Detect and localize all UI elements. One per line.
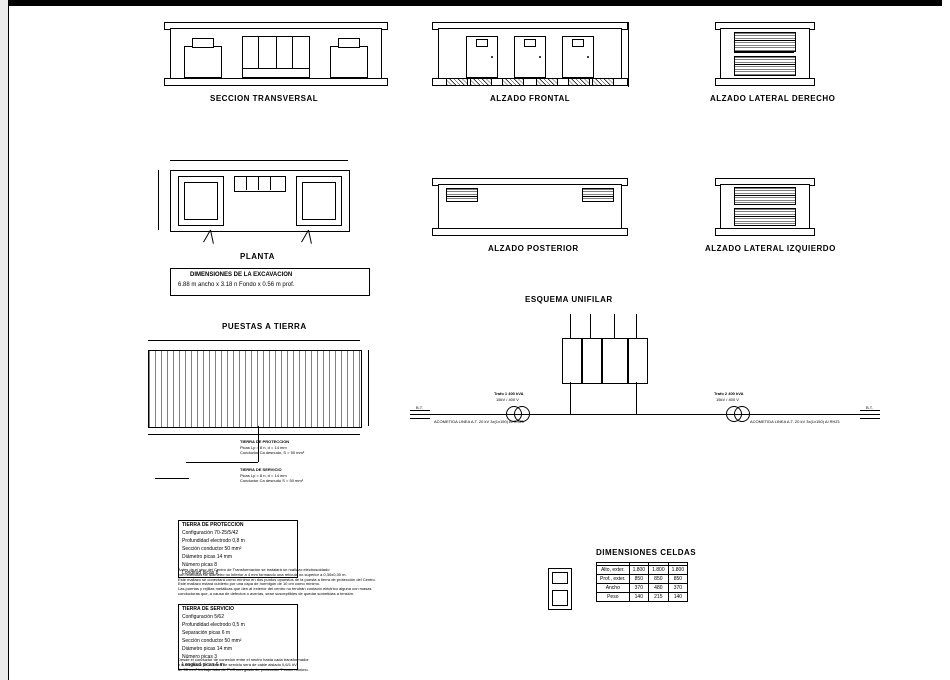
- linea-left: ACOMETIDA LINEA A.T. 20 kV 3x(1x150) Al …: [434, 420, 524, 425]
- paragraph1: Antes de el piso del Centro de Transform…: [178, 568, 488, 597]
- puestas-t2-l2: Conductor Ca desnudo S = 50 mm²: [240, 479, 303, 484]
- lbl-alzado-frontal: ALZADO FRONTAL: [490, 94, 570, 103]
- lbl-alzado-lat-der: ALZADO LATERAL DERECHO: [710, 94, 835, 103]
- excavacion-value: 6.88 m ancho x 3.18 n Fondo x 0.56 m pro…: [178, 282, 294, 290]
- seccion-transversal: [170, 22, 380, 87]
- bt-right: B.T.: [866, 406, 873, 411]
- lbl-seccion: SECCION TRANSVERSAL: [210, 94, 318, 103]
- celda-icon-top: [552, 572, 568, 584]
- puestas-t1-l2: Conductor Ca desnudo, S = 50 mm²: [240, 451, 304, 456]
- lbl-esquema: ESQUEMA UNIFILAR: [525, 295, 613, 304]
- puestas-plan: [148, 350, 360, 426]
- celdas-table: Alto, exter.1.8001.8001.800 Prof., exter…: [596, 562, 688, 602]
- excavacion-title: DIMENSIONES DE LA EXCAVACION: [190, 272, 292, 280]
- trafo2b: 15kV / 400 V: [716, 398, 739, 403]
- celda-icon-bot: [552, 590, 568, 606]
- bt-left: B.T.: [416, 406, 423, 411]
- alzado-lateral-derecho: [720, 22, 808, 87]
- left-margin: [0, 0, 9, 680]
- title-bar-black: [6, 0, 942, 6]
- alzado-frontal: [438, 22, 620, 87]
- lbl-alzado-posterior: ALZADO POSTERIOR: [488, 244, 579, 253]
- drawing-sheet: SECCION TRANSVERSAL ALZADO FRONTAL: [0, 0, 950, 680]
- linea-right: ACOMETIDA LINEA A.T. 20 kV 3x(1x150) Al …: [750, 420, 840, 425]
- alzado-lateral-izquierdo: [720, 178, 808, 236]
- lbl-dim-celdas: DIMENSIONES CELDAS: [596, 548, 696, 557]
- alzado-posterior: [438, 178, 620, 236]
- esquema-unifilar: B.T. B.T. Trafo 1 400 kVA 15kV / 400 V T…: [410, 310, 880, 450]
- paragraph2: Desde el conductor de conexión entre el …: [178, 658, 488, 672]
- lbl-puestas: PUESTAS A TIERRA: [222, 322, 307, 331]
- lbl-alzado-lat-izq: ALZADO LATERAL IZQUIERDO: [705, 244, 836, 253]
- planta: [170, 170, 348, 245]
- lbl-planta: PLANTA: [240, 252, 275, 261]
- trafo1b: 15kV / 400 V: [496, 398, 519, 403]
